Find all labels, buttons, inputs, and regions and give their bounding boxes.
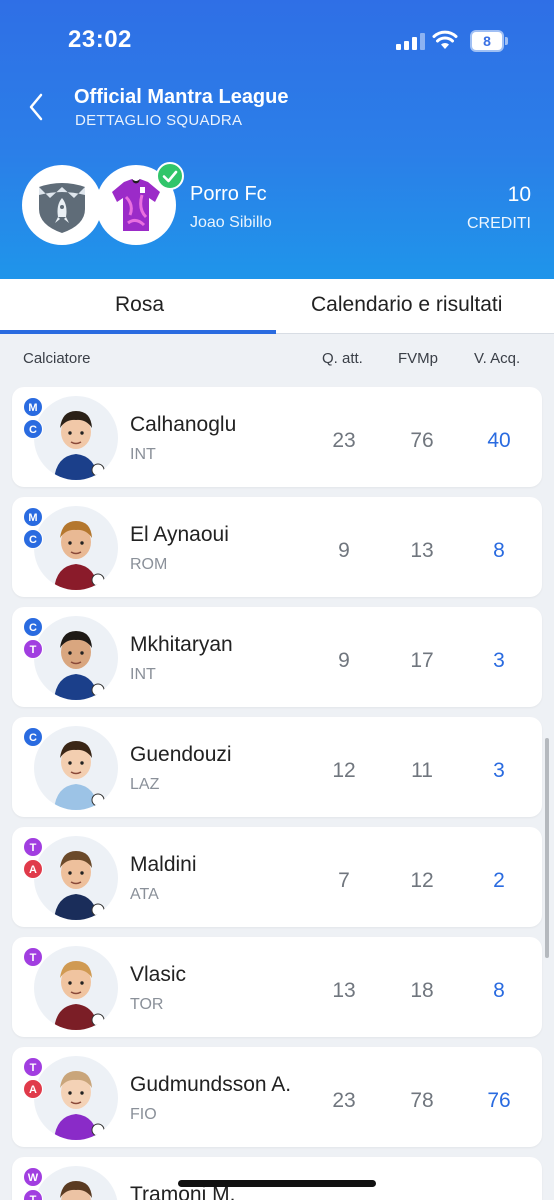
role-badge: A — [23, 1079, 43, 1099]
player-name: Maldini — [130, 853, 197, 876]
player-row[interactable]: M C El Aynaoui ROM 9 13 8 — [12, 497, 542, 597]
role-badge: A — [23, 859, 43, 879]
back-button[interactable] — [26, 92, 46, 122]
player-avatar — [34, 726, 118, 810]
fantavoto-average: 18 — [410, 979, 434, 1002]
credits-value: 10 — [507, 183, 531, 206]
player-team: TOR — [130, 996, 164, 1013]
quotation-current: 9 — [338, 649, 350, 672]
fantavoto-average: 78 — [410, 1089, 434, 1112]
team-summary: Porro Fc Joao Sibillo 10 CREDITI — [0, 160, 554, 260]
player-team: INT — [130, 666, 156, 683]
player-avatar — [34, 946, 118, 1030]
credits-label: CREDITI — [467, 215, 531, 232]
player-team: ATA — [130, 886, 159, 903]
quotation-current: 9 — [338, 539, 350, 562]
league-title: Official Mantra League — [74, 86, 289, 108]
player-name: Gudmundsson A. — [130, 1073, 292, 1096]
column-q-att[interactable]: Q. att. — [322, 350, 363, 367]
purchase-value: 8 — [493, 979, 505, 1002]
header: 23:02 8 Official Mantra League DETTAGLIO… — [0, 0, 554, 279]
team-owner: Joao Sibillo — [190, 214, 272, 231]
player-row[interactable]: M C Calhanoglu INT 23 76 40 — [12, 387, 542, 487]
player-name: Vlasic — [130, 963, 187, 986]
player-list: M C Calhanoglu INT 23 76 40 M C El Aynaoui ROM 9 13 8… — [0, 385, 554, 1200]
player-row[interactable]: C Guendouzi LAZ 12 11 3 — [12, 717, 542, 817]
player-avatar — [34, 616, 118, 700]
role-badge: T — [23, 837, 43, 857]
cellular-signal-icon — [396, 33, 426, 50]
home-indicator[interactable] — [178, 1180, 376, 1187]
battery-icon: 8 — [470, 30, 508, 52]
player-row[interactable]: C T Mkhitaryan INT 9 17 3 — [12, 607, 542, 707]
player-row[interactable]: T A Gudmundsson A. FIO 23 78 76 — [12, 1047, 542, 1147]
shield-logo-icon — [39, 183, 85, 233]
team-name: Porro Fc — [190, 183, 267, 205]
role-badge: W — [23, 1167, 43, 1187]
fantavoto-average: 11 — [411, 759, 433, 782]
team-crest — [22, 165, 102, 245]
quotation-current: 23 — [332, 1089, 356, 1112]
verified-check-icon — [156, 162, 184, 190]
role-badge: M — [23, 507, 43, 527]
purchase-value: 3 — [493, 649, 505, 672]
tab-calendario-risultati[interactable]: Calendario e risultati — [311, 293, 502, 317]
purchase-value: 76 — [487, 1089, 511, 1112]
player-team: INT — [130, 446, 156, 463]
player-team: ROM — [130, 556, 168, 573]
status-time: 23:02 — [68, 26, 132, 53]
page-subtitle: DETTAGLIO SQUADRA — [75, 112, 243, 129]
role-badge: C — [23, 617, 43, 637]
quotation-current: 23 — [332, 429, 356, 452]
column-headers: Calciatore Q. att. FVMp V. Acq. — [0, 335, 554, 385]
scrollbar[interactable] — [545, 738, 549, 958]
purchase-value: 3 — [493, 759, 505, 782]
player-name: El Aynaoui — [130, 523, 229, 546]
tab-bar: Rosa Calendario e risultati — [0, 279, 554, 334]
active-tab-indicator — [0, 330, 276, 334]
quotation-current: 7 — [338, 869, 350, 892]
player-team: FIO — [130, 1106, 157, 1123]
player-avatar — [34, 1166, 118, 1200]
quotation-current: 12 — [332, 759, 356, 782]
player-name: Guendouzi — [130, 743, 232, 766]
column-fvmp[interactable]: FVMp — [398, 350, 438, 367]
role-badge: T — [23, 639, 43, 659]
player-row[interactable]: W T Tramoni M. — [12, 1157, 542, 1200]
fantavoto-average: 13 — [410, 539, 434, 562]
fantavoto-average: 17 — [410, 649, 434, 672]
column-v-acq[interactable]: V. Acq. — [474, 350, 520, 367]
player-avatar — [34, 396, 118, 480]
purchase-value: 8 — [493, 539, 505, 562]
fantavoto-average: 12 — [410, 869, 434, 892]
tab-rosa[interactable]: Rosa — [115, 293, 164, 317]
purchase-value: 40 — [487, 429, 511, 452]
player-row[interactable]: T A Maldini ATA 7 12 2 — [12, 827, 542, 927]
role-badge: T — [23, 947, 43, 967]
role-badge: T — [23, 1057, 43, 1077]
role-badge: C — [23, 727, 43, 747]
battery-level: 8 — [472, 32, 502, 50]
navigation-bar: Official Mantra League DETTAGLIO SQUADRA — [0, 80, 554, 140]
column-player[interactable]: Calciatore — [23, 350, 91, 367]
player-avatar — [34, 506, 118, 590]
player-name: Mkhitaryan — [130, 633, 233, 656]
quotation-current: 13 — [332, 979, 356, 1002]
player-name: Calhanoglu — [130, 413, 237, 436]
purchase-value: 2 — [493, 869, 505, 892]
status-bar: 23:02 8 — [0, 0, 554, 80]
player-avatar — [34, 1056, 118, 1140]
role-badge: C — [23, 419, 43, 439]
player-team: LAZ — [130, 776, 160, 793]
fantavoto-average: 76 — [410, 429, 434, 452]
wifi-icon — [432, 30, 458, 49]
player-avatar — [34, 836, 118, 920]
role-badge: M — [23, 397, 43, 417]
player-row[interactable]: T Vlasic TOR 13 18 8 — [12, 937, 542, 1037]
role-badge: C — [23, 529, 43, 549]
